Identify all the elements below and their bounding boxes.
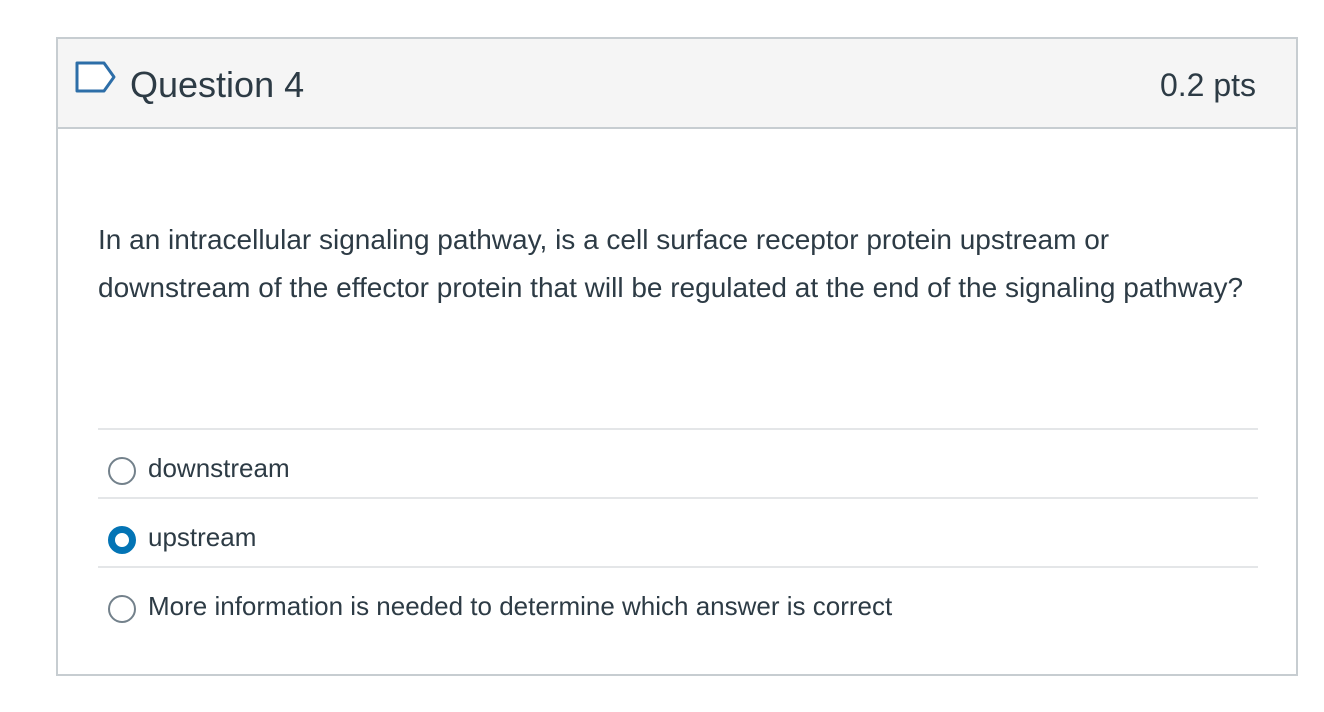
answer-option-downstream[interactable]: downstream: [98, 428, 1258, 497]
answer-label: upstream: [148, 522, 257, 552]
question-title: Question 4: [130, 64, 305, 105]
answer-option-more-information[interactable]: More information is needed to determine …: [98, 566, 1258, 635]
question-text: In an intracellular signaling pathway, i…: [98, 224, 1244, 303]
answer-label: More information is needed to determine …: [148, 591, 893, 621]
quiz-question-card: Question 4 0.2 pts In an intracellular s…: [56, 37, 1298, 676]
answer-label: downstream: [148, 453, 290, 483]
radio-button-icon[interactable]: [108, 457, 136, 485]
radio-button-selected-icon[interactable]: [108, 526, 136, 554]
answer-option-upstream[interactable]: upstream: [98, 497, 1258, 566]
flag-question-icon[interactable]: [74, 59, 118, 95]
answer-list: downstream upstream More information is …: [98, 428, 1258, 635]
question-points: 0.2 pts: [1159, 67, 1256, 103]
question-header: Question 4 0.2 pts: [58, 39, 1296, 129]
radio-button-icon[interactable]: [108, 595, 136, 623]
